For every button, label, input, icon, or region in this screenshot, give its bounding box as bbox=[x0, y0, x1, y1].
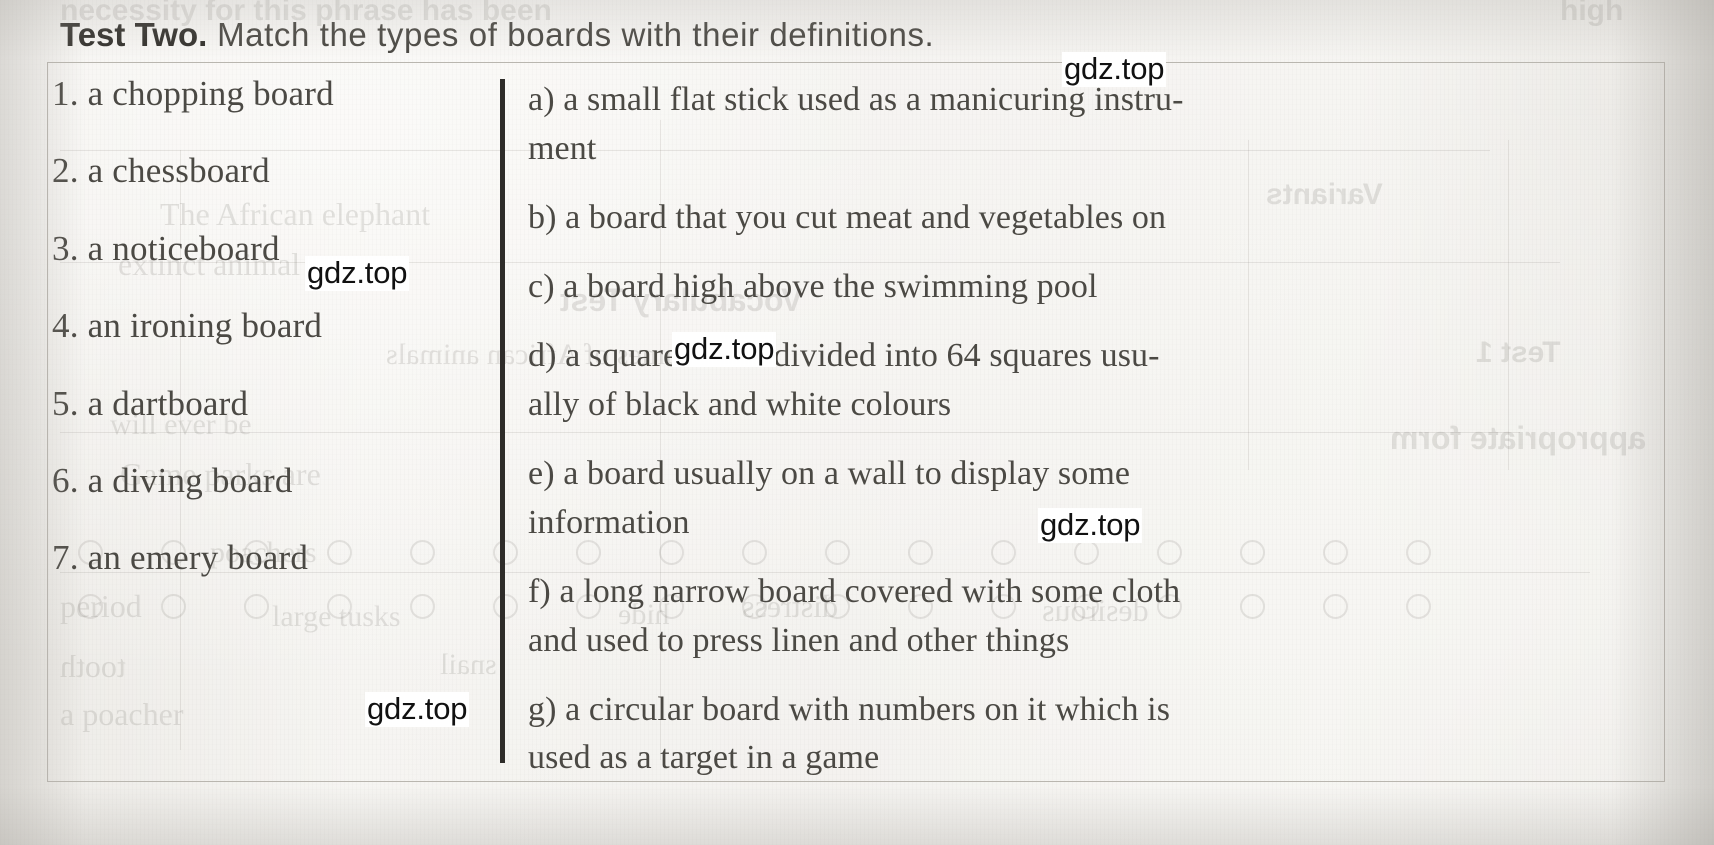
definition-line: ment bbox=[528, 129, 597, 167]
bleed-through-text: high bbox=[1560, 0, 1624, 27]
board-type-label: a diving board bbox=[78, 460, 293, 500]
board-type-label: a chopping board bbox=[78, 74, 334, 113]
gdz-watermark: gdz.top bbox=[365, 691, 470, 727]
board-type-item: 3. a noticeboard bbox=[52, 228, 492, 268]
matching-exercise-columns: 1. a chopping board 2. a chessboard 3. a n… bbox=[52, 74, 1662, 776]
board-type-number: 5. bbox=[52, 383, 79, 423]
definition-line: b) a board that you cut meat and vegetab… bbox=[528, 198, 1167, 236]
gdz-watermark: gdz.top bbox=[305, 255, 410, 291]
board-type-number: 7. bbox=[52, 538, 79, 578]
board-type-label: a chessboard bbox=[78, 151, 270, 191]
board-type-label: an emery board bbox=[78, 538, 309, 578]
board-type-item: 7. an emery board bbox=[52, 540, 492, 576]
definition-line: c) a board high above the swimming pool bbox=[528, 267, 1098, 305]
definition-line: ally of black and white colours bbox=[528, 385, 952, 423]
column-divider bbox=[500, 79, 505, 763]
definition-item: f) a long narrow board covered with some… bbox=[528, 568, 1662, 666]
gdz-watermark: gdz.top bbox=[1062, 51, 1167, 87]
board-type-number: 1. bbox=[52, 74, 79, 113]
exercise-heading-lead: Test Two. bbox=[60, 16, 208, 53]
definition-item: c) a board high above the swimming pool bbox=[528, 263, 1662, 312]
definition-item: a) a small flat stick used as a manicuri… bbox=[528, 76, 1662, 174]
scanned-exercise-page: necessity for this phrase has been high Va… bbox=[0, 0, 1714, 845]
definition-item: b) a board that you cut meat and vegetab… bbox=[528, 194, 1662, 243]
definition-line: used as a target in a game bbox=[528, 739, 880, 777]
board-type-item: 4. an ironing board bbox=[52, 306, 492, 346]
board-type-item: 1. a chopping board bbox=[52, 74, 492, 113]
board-type-item: 6. a diving board bbox=[52, 460, 492, 500]
definition-item: g) a circular board with numbers on it w… bbox=[528, 686, 1662, 784]
gdz-watermark: gdz.top bbox=[1038, 507, 1143, 543]
board-type-number: 2. bbox=[52, 151, 79, 191]
board-type-label: a dartboard bbox=[78, 383, 249, 423]
gdz-watermark: gdz.top bbox=[672, 331, 777, 367]
board-types-list: 1. a chopping board 2. a chessboard 3. a n… bbox=[52, 74, 492, 577]
exercise-heading-rest: Match the types of boards with their def… bbox=[217, 16, 935, 53]
board-type-label: an ironing board bbox=[78, 306, 323, 346]
definition-line: e) a board usually on a wall to display … bbox=[528, 454, 1131, 492]
board-type-number: 3. bbox=[52, 228, 79, 268]
definition-line: g) a circular board with numbers on it w… bbox=[528, 690, 1171, 728]
definitions-list: a) a small flat stick used as a manicuri… bbox=[528, 76, 1662, 803]
definition-line: f) a long narrow board covered with some… bbox=[528, 572, 1181, 610]
board-type-label: a noticeboard bbox=[78, 228, 280, 268]
board-type-number: 6. bbox=[52, 460, 79, 500]
definition-line: and used to press linen and other things bbox=[528, 621, 1070, 659]
board-type-item: 5. a dartboard bbox=[52, 383, 492, 423]
board-type-item: 2. a chessboard bbox=[52, 153, 492, 189]
board-type-number: 4. bbox=[52, 306, 79, 346]
exercise-heading: Test Two. Match the types of boards with… bbox=[60, 16, 934, 54]
